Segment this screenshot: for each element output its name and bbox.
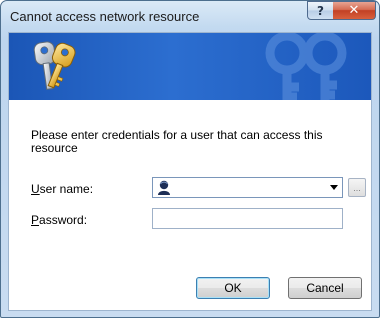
ok-button[interactable]: OK: [196, 277, 270, 299]
browse-users-button[interactable]: ...: [348, 178, 366, 197]
keys-watermark-icon: [265, 33, 347, 100]
window-title: Cannot access network resource: [10, 9, 200, 24]
dialog-window: Cannot access network resource ? ✕ Pleas…: [0, 0, 380, 318]
instruction-text: Please enter credentials for a user that…: [31, 128, 323, 155]
keys-icon: [33, 41, 76, 90]
help-icon: ?: [317, 3, 324, 18]
close-icon: ✕: [348, 3, 360, 18]
username-label-mnemonic: U: [31, 182, 40, 196]
title-bar[interactable]: Cannot access network resource ? ✕: [1, 1, 379, 31]
chevron-down-icon: [329, 185, 338, 190]
username-label: User name:: [31, 182, 93, 196]
dialog-content: Please enter credentials for a user that…: [8, 32, 372, 311]
user-icon: [158, 180, 170, 195]
banner: [9, 33, 371, 100]
password-label: Password:: [31, 213, 87, 227]
cancel-button-label: Cancel: [306, 281, 344, 295]
help-button[interactable]: ?: [307, 1, 334, 20]
password-label-text: assword:: [39, 213, 88, 227]
ok-button-label: OK: [224, 281, 242, 295]
browse-users-label: ...: [353, 183, 361, 193]
password-label-mnemonic: P: [31, 213, 40, 227]
username-label-text: ser name:: [39, 182, 94, 196]
cancel-button[interactable]: Cancel: [288, 277, 362, 299]
username-dropdown-button[interactable]: [325, 178, 342, 197]
close-button[interactable]: ✕: [333, 1, 376, 20]
username-combobox[interactable]: [152, 177, 343, 198]
password-field[interactable]: [152, 208, 343, 229]
